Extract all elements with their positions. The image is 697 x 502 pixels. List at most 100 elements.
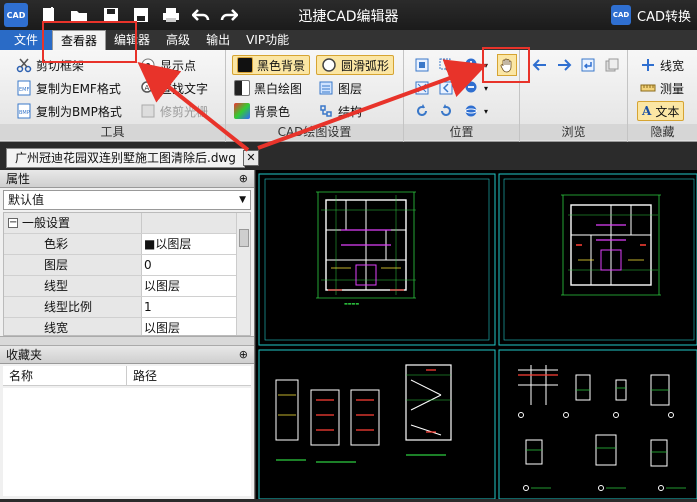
property-row[interactable]: 线型比例 1: [4, 297, 250, 318]
left-pane: 属性 ⊕ 默认值 ▼ − 一般设置 色彩 ■以图层 图层 0 线型 以图层 线型比例 1 …: [0, 170, 255, 499]
property-value[interactable]: 以图层: [142, 318, 250, 335]
copy-emf-button[interactable]: EMF 复制为EMF格式: [16, 78, 121, 98]
show-points-button[interactable]: 显示点: [140, 55, 196, 75]
layers-button[interactable]: 图层: [318, 78, 362, 98]
properties-filter-value: 默认值: [8, 193, 45, 207]
fit-window-button[interactable]: [414, 55, 430, 75]
cad-convert-icon: CAD: [611, 5, 632, 25]
properties-title: 属性: [6, 172, 31, 186]
copy-view-icon: [604, 57, 620, 73]
collapse-icon[interactable]: −: [8, 218, 18, 228]
menu-vip[interactable]: VIP功能: [238, 30, 297, 50]
property-row[interactable]: 线宽 以图层: [4, 318, 250, 335]
menu-output[interactable]: 输出: [198, 30, 238, 50]
properties-header: 属性 ⊕: [0, 170, 254, 188]
structure-label: 结构: [338, 104, 363, 119]
smooth-arc-icon: [321, 57, 337, 73]
measure-button[interactable]: 测量: [640, 78, 684, 98]
text-toggle-label: 文本: [655, 104, 680, 119]
zoom-window-icon: [438, 57, 454, 73]
property-value[interactable]: ■以图层: [142, 234, 250, 254]
property-key: 线型: [4, 276, 142, 296]
background-color-button[interactable]: 背景色: [234, 101, 290, 121]
document-tab[interactable]: 广州冠迪花园双连别墅施工图清除后.dwg: [6, 148, 245, 168]
column-name[interactable]: 名称: [3, 366, 127, 385]
svg-text:EMF: EMF: [19, 87, 29, 93]
browse-copy-button[interactable]: [604, 55, 620, 75]
browse-group-label: 浏览: [520, 124, 627, 140]
trim-raster-button[interactable]: 修剪光栅: [140, 101, 208, 121]
background-color-label: 背景色: [254, 104, 291, 119]
properties-filter-select[interactable]: 默认值 ▼: [3, 190, 251, 210]
close-tab-icon[interactable]: ✕: [243, 150, 259, 166]
rotate-left-button[interactable]: [414, 101, 430, 121]
zoom-window-button[interactable]: [438, 55, 454, 75]
highlight-viewer-tab: [42, 21, 137, 63]
zoom-in-icon: [464, 57, 480, 73]
pin-icon[interactable]: ⊕: [239, 170, 248, 188]
copy-emf-label: 复制为EMF格式: [36, 81, 121, 96]
measure-label: 测量: [660, 81, 685, 96]
zoom-previous-button[interactable]: [438, 78, 454, 98]
zoom-out-icon: [464, 80, 480, 96]
smooth-arc-label: 圆滑弧形: [341, 58, 390, 73]
background-color-icon: [234, 103, 250, 119]
black-background-icon: [237, 57, 253, 73]
hide-group: 线宽 测量 A 文本 隐藏: [628, 50, 697, 142]
browse-forward-button[interactable]: [556, 55, 572, 75]
column-path[interactable]: 路径: [127, 366, 157, 385]
find-text-icon: A: [140, 80, 156, 96]
lineweight-button[interactable]: 线宽: [640, 55, 684, 75]
copy-bmp-button[interactable]: BMP 复制为BMP格式: [16, 101, 122, 121]
document-tab-bar: 广州冠迪花园双连别墅施工图清除后.dwg ✕: [0, 142, 697, 170]
highlight-pan-button: [482, 47, 530, 83]
property-value[interactable]: 1: [142, 297, 250, 317]
drawing-sheet: [498, 173, 697, 346]
pin-icon[interactable]: ⊕: [239, 346, 248, 364]
favorites-header: 收藏夹 ⊕: [0, 346, 254, 364]
cad-convert-button[interactable]: CAD CAD转换: [611, 5, 691, 25]
scissors-icon: [16, 57, 32, 73]
layers-icon: [318, 80, 334, 96]
black-background-label: 黑色背景: [257, 58, 306, 73]
view-3d-button[interactable]: ▾: [464, 101, 488, 121]
hide-group-label: 隐藏: [628, 124, 697, 140]
text-toggle-button[interactable]: A 文本: [637, 101, 685, 121]
browse-return-button[interactable]: [580, 55, 596, 75]
rotate-left-icon: [414, 103, 430, 119]
scrollbar-thumb[interactable]: [239, 229, 249, 247]
svg-text:A: A: [145, 84, 150, 92]
smooth-arc-button[interactable]: 圆滑弧形: [316, 55, 395, 75]
property-group-label: 一般设置: [22, 216, 71, 230]
cad-drawing-settings-label: CAD绘图设置: [226, 124, 403, 140]
property-row[interactable]: 色彩 ■以图层: [4, 234, 250, 255]
black-background-button[interactable]: 黑色背景: [232, 55, 311, 75]
zoom-extents-button[interactable]: [414, 78, 430, 98]
property-group-general[interactable]: − 一般设置: [4, 213, 250, 234]
floor-plan-left: ▬▬▬▬: [316, 191, 416, 306]
property-row[interactable]: 图层 0: [4, 255, 250, 276]
view-3d-dropdown-icon: ▾: [484, 106, 489, 116]
property-value[interactable]: 以图层: [142, 276, 250, 296]
black-white-drawing-button[interactable]: 黑白绘图: [234, 78, 302, 98]
property-row[interactable]: 线型 以图层: [4, 276, 250, 297]
arrow-left-icon: [532, 57, 548, 73]
property-value[interactable]: 0: [142, 255, 250, 275]
properties-scrollbar[interactable]: [236, 213, 250, 335]
property-key: 线型比例: [4, 297, 142, 317]
fit-window-icon: [414, 57, 430, 73]
favorites-columns: 名称 路径: [3, 366, 251, 386]
pane-splitter[interactable]: [0, 336, 254, 346]
favorites-list[interactable]: [3, 388, 251, 496]
browse-back-button[interactable]: [532, 55, 548, 75]
cad-drawing-canvas[interactable]: ▬▬▬▬: [256, 170, 697, 500]
property-key: 线宽: [4, 318, 142, 335]
emf-icon: EMF: [16, 80, 32, 96]
tools-group: 剪切框架 EMF 复制为EMF格式 BMP 复制为BMP格式 显示点 A 查找文…: [0, 50, 226, 142]
rotate-right-button[interactable]: [438, 101, 454, 121]
structure-button[interactable]: 结构: [318, 101, 362, 121]
zoom-previous-icon: [438, 80, 454, 96]
menu-advanced[interactable]: 高级: [158, 30, 198, 50]
find-text-button[interactable]: A 查找文字: [140, 78, 208, 98]
floor-plan-right: [561, 194, 661, 296]
